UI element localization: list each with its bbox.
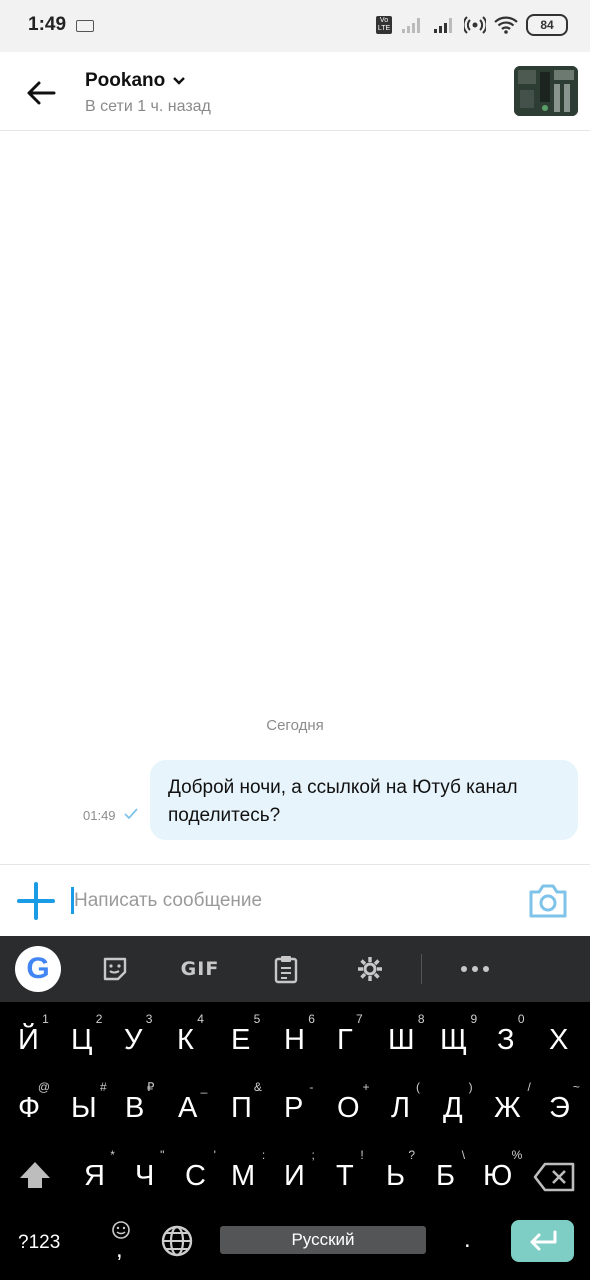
key-row2[interactable]: П &: [231, 1080, 262, 1125]
settings-button[interactable]: [355, 946, 385, 992]
status-bar: 1:49 Vo LTE 84: [0, 0, 590, 52]
google-icon: G: [26, 952, 50, 985]
toolbar-divider: [421, 954, 422, 984]
key-row1[interactable]: Е5: [231, 1012, 260, 1057]
key-row3[interactable]: Ч ": [135, 1148, 164, 1193]
clipboard-icon: [274, 956, 298, 984]
shift-icon[interactable]: [18, 1160, 52, 1190]
sticker-button[interactable]: [100, 946, 130, 992]
more-button[interactable]: [458, 946, 492, 992]
comma-label: ,: [116, 1236, 123, 1263]
key-row1[interactable]: К4: [177, 1012, 204, 1057]
keyboard-indicator-icon: [76, 20, 94, 32]
key-row1[interactable]: Х: [549, 1024, 568, 1057]
signal-icon: [402, 18, 420, 33]
message-composer: [0, 864, 590, 937]
message-time: 01:49: [83, 808, 116, 823]
key-row3[interactable]: Т!: [336, 1148, 364, 1193]
wifi-icon: [494, 16, 518, 34]
key-row2[interactable]: Д): [443, 1080, 473, 1125]
key-row2[interactable]: Ж /: [494, 1080, 531, 1125]
key-row3[interactable]: Ь?: [386, 1148, 415, 1193]
key-row1[interactable]: Н6: [284, 1012, 315, 1057]
battery-indicator: 84: [526, 14, 568, 36]
chat-header: Pookano В сети 1 ч. назад: [0, 52, 590, 131]
google-search-button[interactable]: G: [15, 946, 61, 992]
chat-area: Сегодня 01:49 Доброй ночи, а ссылкой на …: [0, 131, 590, 863]
key-row1[interactable]: У3: [124, 1012, 152, 1057]
key-row1[interactable]: Ц2: [71, 1012, 102, 1057]
globe-icon[interactable]: [160, 1224, 194, 1258]
key-row3[interactable]: И;: [284, 1148, 315, 1193]
message-input[interactable]: [74, 885, 494, 917]
day-separator: Сегодня: [266, 717, 324, 734]
chevron-down-icon[interactable]: [172, 74, 186, 88]
key-row2[interactable]: Л(: [391, 1080, 420, 1125]
period-key[interactable]: .: [464, 1226, 471, 1254]
avatar[interactable]: [514, 66, 578, 116]
key-row2[interactable]: Э ~: [549, 1080, 580, 1125]
contact-status: В сети 1 ч. назад: [85, 98, 211, 115]
clipboard-button[interactable]: [272, 946, 300, 992]
enter-key[interactable]: [511, 1220, 574, 1262]
key-row2[interactable]: В ₽: [125, 1080, 154, 1125]
more-icon: [461, 966, 489, 972]
key-row1[interactable]: Й1: [18, 1012, 49, 1057]
key-row2[interactable]: Ы #: [71, 1080, 107, 1125]
status-time: 1:49: [28, 14, 67, 35]
add-attachment-icon[interactable]: [16, 881, 56, 921]
sticker-icon: [103, 957, 127, 981]
key-row1[interactable]: Щ9: [440, 1012, 477, 1057]
enter-icon: [530, 1230, 556, 1251]
sent-check-icon: [124, 808, 138, 820]
signal-icon-2: [434, 18, 452, 33]
volte-icon: Vo LTE: [376, 16, 392, 34]
backspace-icon[interactable]: [533, 1162, 575, 1192]
key-row2[interactable]: А _: [178, 1080, 207, 1125]
key-row2[interactable]: О +: [337, 1080, 370, 1125]
camera-icon[interactable]: [527, 883, 569, 919]
hotspot-icon: [464, 16, 486, 34]
key-row2[interactable]: Р-: [284, 1080, 313, 1125]
key-row2[interactable]: Ф @: [18, 1080, 50, 1125]
key-row3[interactable]: М:: [231, 1148, 265, 1193]
status-icons: Vo LTE 84: [376, 14, 568, 36]
contact-name[interactable]: Pookano: [85, 70, 165, 92]
emoji-comma-key[interactable]: ,: [109, 1220, 133, 1264]
key-row3[interactable]: Я *: [84, 1148, 115, 1193]
key-row1[interactable]: Ш8: [388, 1012, 425, 1057]
key-row3[interactable]: С ': [185, 1148, 216, 1193]
symbols-key[interactable]: ?123: [18, 1232, 60, 1254]
space-bar[interactable]: Русский: [220, 1226, 426, 1254]
gif-label: GIF: [180, 958, 220, 980]
back-arrow-icon[interactable]: [24, 76, 58, 110]
gif-button[interactable]: GIF: [180, 946, 220, 992]
gear-icon: [358, 957, 382, 981]
keyboard-toolbar: G GIF: [0, 936, 590, 1002]
key-row1[interactable]: З0: [497, 1012, 525, 1057]
key-row1[interactable]: Г7: [337, 1012, 363, 1057]
message-bubble[interactable]: Доброй ночи, а ссылкой на Ютуб канал под…: [150, 760, 578, 840]
key-row3[interactable]: Б \: [436, 1148, 465, 1193]
keyboard: Й1 Ц2 У3 К4 Е5 Н6 Г7 Ш8 Щ9 З0 Х Ф @ Ы # В ₽…: [0, 1002, 590, 1280]
key-row3[interactable]: Ю%: [483, 1148, 522, 1193]
